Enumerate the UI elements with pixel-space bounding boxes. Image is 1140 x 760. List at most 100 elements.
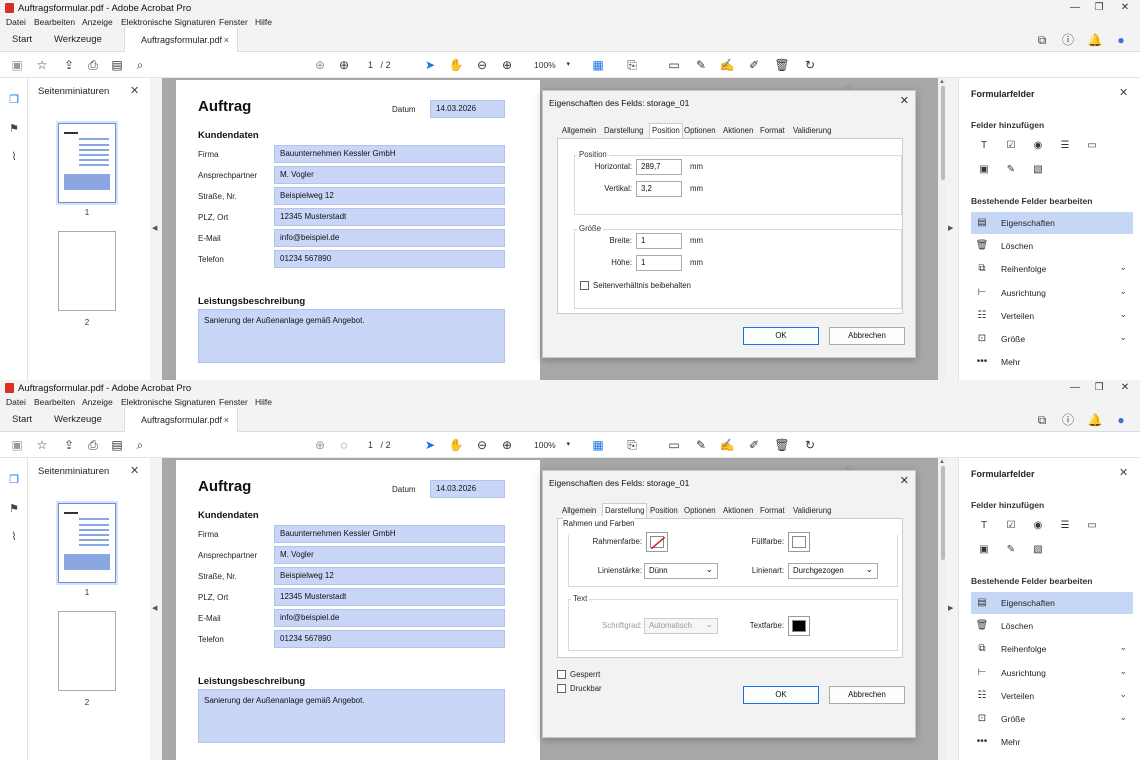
print-icon[interactable]: ⎙ — [84, 436, 102, 454]
form-field[interactable]: 01234 567890 — [274, 250, 505, 268]
zoom-out-icon[interactable]: ⊖ — [473, 56, 491, 74]
dtab-allgemein[interactable]: Allgemein — [562, 124, 596, 138]
text-field-icon[interactable]: T — [977, 139, 991, 153]
share-icon[interactable]: ⧉ — [1034, 412, 1050, 428]
list-field-icon[interactable]: ☰ — [1058, 139, 1072, 153]
page-indicator[interactable]: 1 / 2 — [368, 438, 391, 452]
checkbox-field-icon[interactable]: ☑ — [1004, 519, 1018, 533]
close-icon[interactable]: ✕ — [1119, 466, 1128, 479]
rp-item-groesse[interactable]: ⊡ Größe ⌄ — [971, 708, 1133, 730]
save-icon[interactable]: ▣ — [8, 56, 26, 74]
close-icon[interactable]: ✕ — [130, 84, 139, 97]
image-field-icon[interactable]: ▧ — [1031, 543, 1045, 557]
help-icon[interactable]: ⓘ — [1060, 412, 1076, 428]
page-thumbnails-icon[interactable]: ❐ — [6, 92, 22, 108]
close-window-button[interactable]: ✕ — [1118, 381, 1132, 395]
line-style-select[interactable]: Durchgezogen — [788, 562, 878, 579]
width-input[interactable]: 1 — [636, 233, 682, 249]
close-icon[interactable]: ✕ — [1119, 86, 1128, 99]
menu-hilfe[interactable]: Hilfe — [255, 396, 272, 408]
page-current[interactable]: 1 — [368, 60, 373, 70]
help-icon[interactable]: ⓘ — [1060, 32, 1076, 48]
dialog-close-icon[interactable]: ✕ — [900, 94, 909, 107]
form-field[interactable]: Beispielweg 12 — [274, 187, 505, 205]
next-page-icon[interactable]: ⊕ — [335, 56, 353, 74]
tab-start[interactable]: Start — [12, 408, 32, 432]
service-description-field[interactable]: Sanierung der Außenanlage gemäß Angebot. — [198, 309, 505, 363]
find-icon[interactable]: ⌕ — [131, 56, 149, 74]
zoom-in-icon[interactable]: ⊕ — [498, 436, 516, 454]
minimize-button[interactable]: — — [1068, 381, 1082, 395]
form-field[interactable]: Bauunternehmen Kessler GmbH — [274, 525, 505, 543]
form-field[interactable]: Bauunternehmen Kessler GmbH — [274, 145, 505, 163]
form-field[interactable]: 12345 Musterstadt — [274, 588, 505, 606]
rp-item-eigenschaften[interactable]: ▤ Eigenschaften — [971, 592, 1133, 614]
comment-icon[interactable]: ▭ — [665, 56, 683, 74]
ok-button[interactable]: OK — [743, 686, 819, 704]
menu-bearbeiten[interactable]: Bearbeiten — [34, 16, 75, 28]
rp-item-reihenfolge[interactable]: ⧉ Reihenfolge ⌄ — [971, 638, 1133, 660]
account-avatar-icon[interactable]: ● — [1113, 412, 1129, 428]
bookmark-star-icon[interactable]: ☆ — [33, 56, 51, 74]
dtab-optionen[interactable]: Optionen — [684, 124, 716, 138]
bookmarks-icon[interactable]: ⚑ — [6, 121, 22, 137]
menu-fenster[interactable]: Fenster — [219, 16, 248, 28]
zoom-dropdown[interactable]: 100% — [526, 57, 572, 73]
text-field-icon[interactable]: T — [977, 519, 991, 533]
thumbnail-page-2[interactable] — [58, 231, 116, 311]
font-size-select[interactable]: Automatisch — [644, 617, 718, 634]
tab-close-icon[interactable]: × — [224, 408, 229, 432]
dropdown-field-icon[interactable]: ▭ — [1085, 519, 1099, 533]
dtab-optionen[interactable]: Optionen — [684, 504, 716, 518]
menu-signaturen[interactable]: Elektronische Signaturen — [121, 396, 216, 408]
previous-page-icon[interactable]: ⊕ — [311, 436, 329, 454]
fit-page-icon[interactable]: ⎘ — [623, 436, 641, 454]
dtab-aktionen[interactable]: Aktionen — [723, 504, 753, 518]
menu-anzeige[interactable]: Anzeige — [82, 16, 113, 28]
tab-close-icon[interactable]: × — [224, 28, 229, 52]
tab-werkzeuge[interactable]: Werkzeuge — [54, 28, 102, 52]
tab-document[interactable]: Auftragsformular.pdf × — [124, 28, 238, 52]
border-color-swatch[interactable] — [646, 532, 668, 552]
image-field-icon[interactable]: ▧ — [1031, 163, 1045, 177]
left-panel-collapse[interactable]: ◀ — [150, 458, 162, 760]
rotate-icon[interactable]: ↻ — [801, 436, 819, 454]
thumbnail-page-1[interactable] — [58, 123, 116, 203]
delete-icon[interactable]: 🗑 — [773, 56, 791, 74]
thumbnail-page-2[interactable] — [58, 611, 116, 691]
service-description-field[interactable]: Sanierung der Außenanlage gemäß Angebot. — [198, 689, 505, 743]
scan-icon[interactable]: ▤ — [108, 56, 126, 74]
ok-button[interactable]: OK — [743, 327, 819, 345]
rp-item-mehr[interactable]: ••• Mehr — [971, 731, 1133, 753]
rp-item-verteilen[interactable]: ☷ Verteilen ⌄ — [971, 685, 1133, 707]
sign-icon[interactable]: ✍ — [718, 56, 736, 74]
tab-document[interactable]: Auftragsformular.pdf × — [124, 408, 238, 432]
rp-item-mehr[interactable]: ••• Mehr — [971, 351, 1133, 373]
tab-start[interactable]: Start — [12, 28, 32, 52]
left-panel-collapse[interactable]: ◀ — [150, 78, 162, 380]
form-field[interactable]: info@beispiel.de — [274, 229, 505, 247]
fill-sign-icon[interactable]: ✐ — [745, 436, 763, 454]
form-field[interactable]: M. Vogler — [274, 166, 505, 184]
account-avatar-icon[interactable]: ● — [1113, 32, 1129, 48]
print-icon[interactable]: ⎙ — [84, 56, 102, 74]
button-field-icon[interactable]: ▣ — [977, 163, 991, 177]
horizontal-input[interactable]: 289,7 — [636, 159, 682, 175]
hand-tool-icon[interactable]: ✋ — [447, 436, 465, 454]
dtab-aktionen[interactable]: Aktionen — [723, 124, 753, 138]
text-color-swatch[interactable] — [788, 616, 810, 636]
fit-page-icon[interactable]: ⎘ — [623, 56, 641, 74]
dtab-position[interactable]: Position — [650, 504, 678, 518]
delete-icon[interactable]: 🗑 — [773, 436, 791, 454]
upload-icon[interactable]: ⇪ — [60, 436, 78, 454]
menu-hilfe[interactable]: Hilfe — [255, 16, 272, 28]
select-cursor-icon[interactable]: ➤ — [421, 436, 439, 454]
zoom-out-icon[interactable]: ⊖ — [473, 436, 491, 454]
rotate-icon[interactable]: ↻ — [801, 56, 819, 74]
sign-icon[interactable]: ✍ — [718, 436, 736, 454]
rp-item-eigenschaften[interactable]: ▤ Eigenschaften — [971, 212, 1133, 234]
minimize-button[interactable]: — — [1068, 1, 1082, 15]
form-field[interactable]: 12345 Musterstadt — [274, 208, 505, 226]
checkbox-field-icon[interactable]: ☑ — [1004, 139, 1018, 153]
menu-datei[interactable]: Datei — [6, 396, 26, 408]
